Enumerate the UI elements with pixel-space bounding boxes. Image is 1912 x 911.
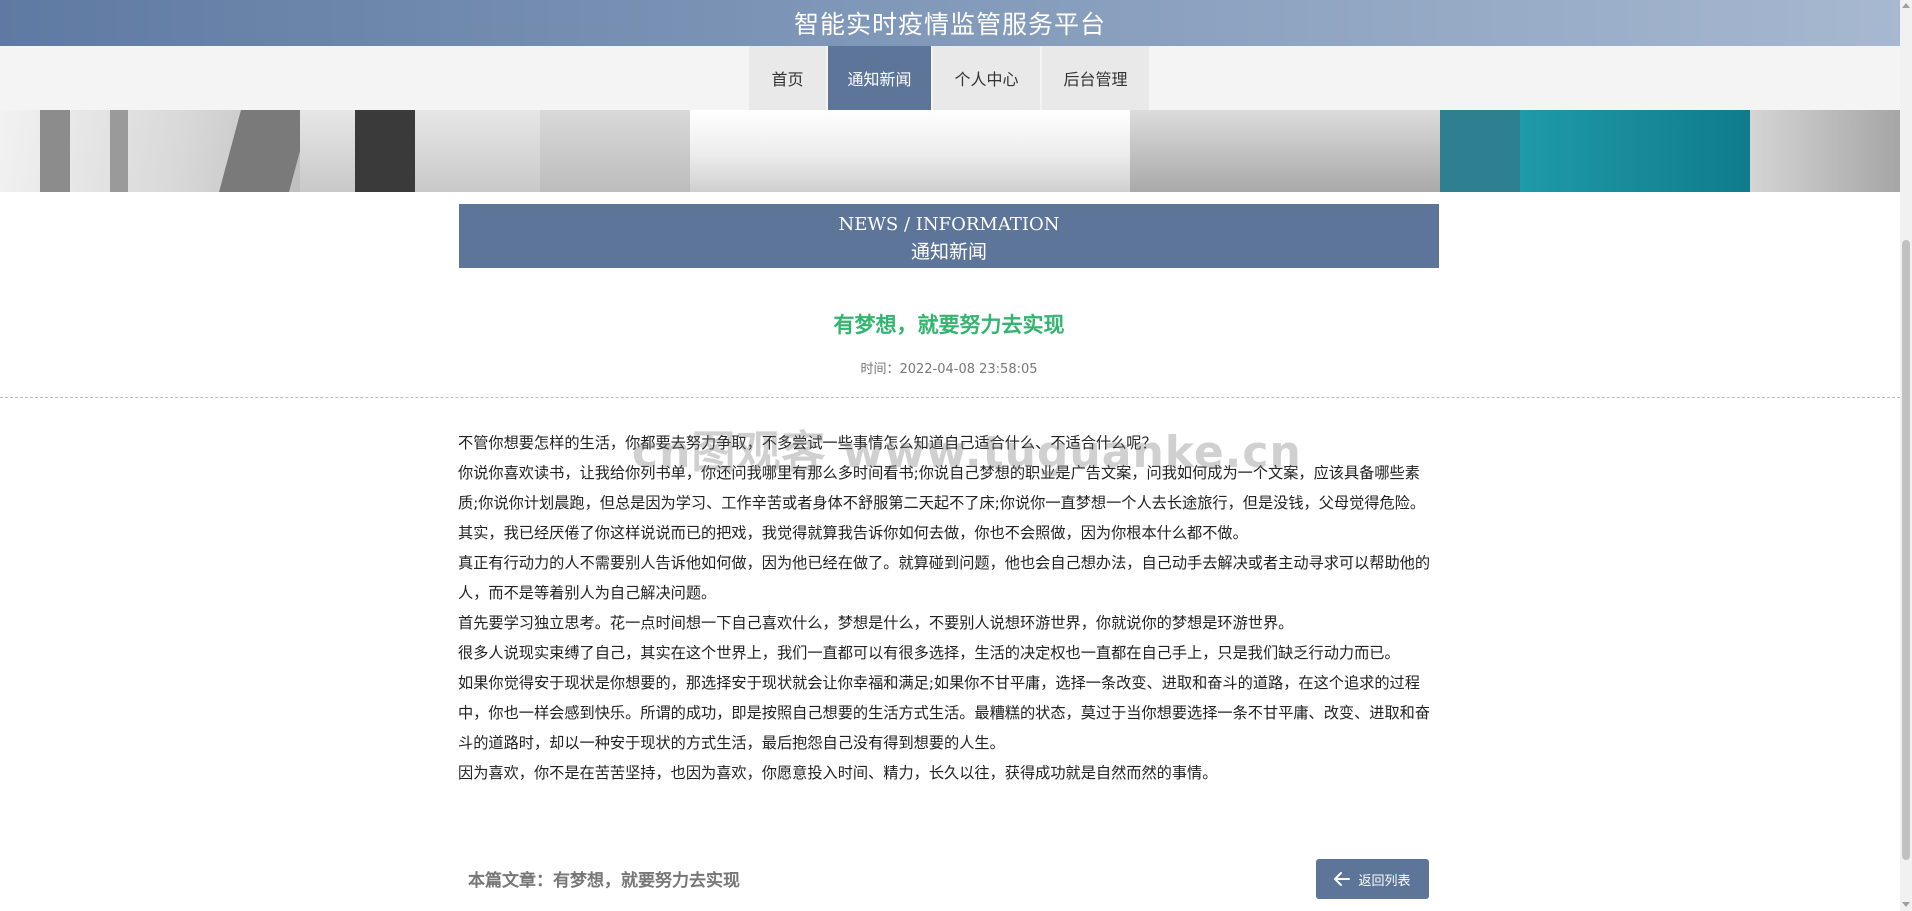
- section-title-cn: 通知新闻: [910, 241, 987, 263]
- hero-banner-image: [0, 110, 1900, 192]
- article-paragraph: 首先要学习独立思考。花一点时间想一下自己喜欢什么，梦想是什么，不要别人说想环游世…: [458, 614, 1294, 632]
- nav-item-admin[interactable]: 后台管理: [1042, 46, 1151, 110]
- back-to-list-button[interactable]: 返回列表: [1316, 859, 1429, 899]
- section-title-en: NEWS / INFORMATION: [838, 214, 1060, 235]
- watermark: cn图观客 www.tuguanke.cn: [632, 427, 1302, 478]
- article-paragraph: 因为喜欢，你不是在苦苦坚持，也因为喜欢，你愿意投入时间、精力，长久以往，获得成功…: [458, 764, 1218, 782]
- vertical-scrollbar[interactable]: [1900, 0, 1912, 911]
- current-article-label: 本篇文章：有梦想，就要努力去实现: [468, 871, 740, 891]
- article-time: 时间：2022-04-08 23:58:05: [860, 362, 1038, 377]
- scroll-down-icon[interactable]: [1902, 902, 1910, 907]
- nav-item-label: 通知新闻: [847, 70, 912, 89]
- nav-items: 首页 通知新闻 个人中心 后台管理: [749, 46, 1151, 110]
- scroll-thumb[interactable]: [1902, 240, 1910, 860]
- article-paragraph: 如果你觉得安于现状是你想要的，那选择安于现状就会让你幸福和满足;如果你不甘平庸，…: [458, 674, 1430, 752]
- arrow-left-icon: [1334, 872, 1351, 886]
- section-header: NEWS / INFORMATION 通知新闻: [459, 204, 1439, 268]
- nav-item-news[interactable]: 通知新闻: [828, 46, 933, 110]
- article-paragraph: 真正有行动力的人不需要别人告诉他如何做，因为他已经在做了。就算碰到问题，他也会自…: [458, 554, 1430, 602]
- nav-item-label: 个人中心: [954, 70, 1019, 89]
- nav-item-label: 首页: [771, 70, 804, 89]
- site-title: 智能实时疫情监管服务平台: [793, 10, 1106, 39]
- back-button-label: 返回列表: [1358, 873, 1411, 889]
- article-body: 不管你想要怎样的生活，你都要去努力争取，不多尝试一些事情怎么知道自己适合什么、不…: [458, 428, 1440, 788]
- main-nav: 首页 通知新闻 个人中心 后台管理: [0, 46, 1900, 110]
- nav-item-profile[interactable]: 个人中心: [933, 46, 1042, 110]
- top-header: 智能实时疫情监管服务平台: [0, 0, 1900, 46]
- divider: [0, 397, 1900, 398]
- article-paragraph: 很多人说现实束缚了自己，其实在这个世界上，我们一直都可以有很多选择，生活的决定权…: [458, 644, 1400, 662]
- nav-item-label: 后台管理: [1063, 70, 1128, 89]
- article-title: 有梦想，就要努力去实现: [833, 313, 1065, 337]
- nav-item-home[interactable]: 首页: [749, 46, 828, 110]
- scroll-up-icon[interactable]: [1902, 3, 1910, 8]
